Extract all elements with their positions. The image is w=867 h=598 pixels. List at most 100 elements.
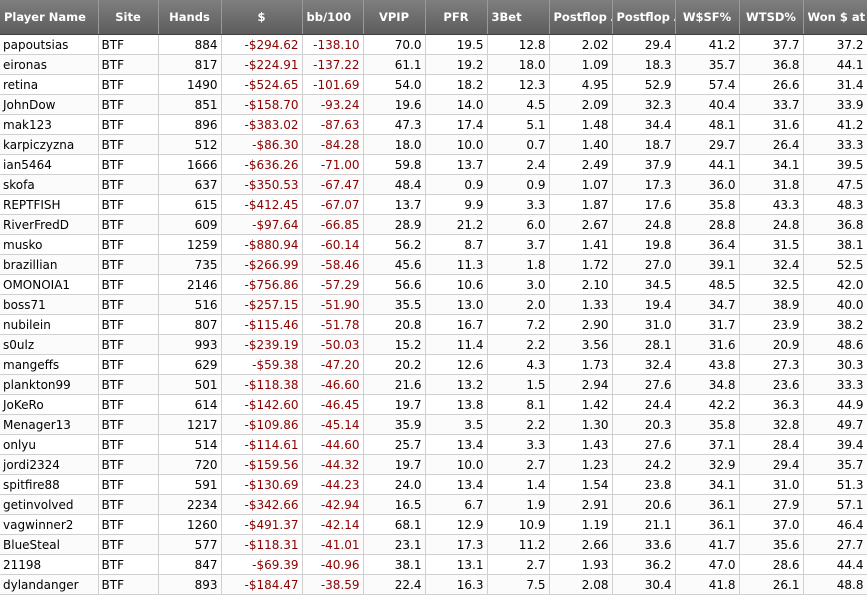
cell-wtsd: 34.1 — [739, 154, 804, 175]
table-row[interactable]: getinvolved BTF 2234 -$342.66 -42.94 16.5 6.7 1… — [0, 494, 867, 515]
table-row[interactable]: papoutsias BTF 884 -$294.62 -138.10 70.0 19.5 1… — [0, 34, 867, 55]
cell-money: -$224.91 — [221, 54, 303, 75]
table-row[interactable]: JoKeRo BTF 614 -$142.60 -46.45 19.7 13.8 8.1 1.4… — [0, 394, 867, 415]
table-row[interactable]: RiverFredD BTF 609 -$97.64 -66.85 28.9 21.2 6.0… — [0, 214, 867, 235]
cell-pf_aggpct: 30.4 — [612, 574, 676, 595]
cell-wtsd: 36.3 — [739, 394, 804, 415]
cell-player: musko — [0, 234, 99, 255]
column-header-wsd[interactable]: Won $ at SD — [803, 0, 867, 35]
cell-hands: 591 — [158, 474, 222, 495]
column-header-wsf[interactable]: W$SF% — [675, 0, 740, 35]
cell-threebet: 8.1 — [487, 394, 550, 415]
cell-bb100: -41.01 — [302, 534, 364, 555]
table-row[interactable]: skofa BTF 637 -$350.53 -67.47 48.4 0.9 0.9 1.07 1… — [0, 174, 867, 195]
cell-hands: 1666 — [158, 154, 222, 175]
table-row[interactable]: 21198 BTF 847 -$69.39 -40.96 38.1 13.1 2.7 1.93 3… — [0, 554, 867, 575]
cell-bb100: -45.14 — [302, 414, 364, 435]
table-row[interactable]: spitfire88 BTF 591 -$130.69 -44.23 24.0 13.4 1.… — [0, 474, 867, 495]
cell-hands: 1259 — [158, 234, 222, 255]
table-row[interactable]: musko BTF 1259 -$880.94 -60.14 56.2 8.7 3.7 1.41… — [0, 234, 867, 255]
cell-wtsd: 27.9 — [739, 494, 804, 515]
table-row[interactable]: retina BTF 1490 -$524.65 -101.69 54.0 18.2 12.3… — [0, 74, 867, 95]
cell-pf_agg: 2.94 — [549, 374, 613, 395]
cell-pf_aggpct: 28.1 — [612, 334, 676, 355]
cell-bb100: -67.07 — [302, 194, 364, 215]
table-row[interactable]: karpiczyzna BTF 512 -$86.30 -84.28 18.0 10.0 0.… — [0, 134, 867, 155]
table-row[interactable]: eironas BTF 817 -$224.91 -137.22 61.1 19.2 18.0… — [0, 54, 867, 75]
cell-player: spitfire88 — [0, 474, 99, 495]
cell-threebet: 4.3 — [487, 354, 550, 375]
table-row[interactable]: ian5464 BTF 1666 -$636.26 -71.00 59.8 13.7 2.4 2… — [0, 154, 867, 175]
column-header-threebet[interactable]: 3Bet — [487, 0, 550, 35]
cell-pf_agg: 1.73 — [549, 354, 613, 375]
cell-pfr: 10.0 — [425, 454, 488, 475]
cell-pf_aggpct: 52.9 — [612, 74, 676, 95]
cell-site: BTF — [98, 334, 159, 355]
table-row[interactable]: mak123 BTF 896 -$383.02 -87.63 47.3 17.4 5.1 1.4… — [0, 114, 867, 135]
cell-wtsd: 23.9 — [739, 314, 804, 335]
column-header-player[interactable]: Player Name — [0, 0, 99, 35]
column-header-money[interactable]: $ — [221, 0, 303, 35]
cell-wsd: 35.7 — [803, 454, 867, 475]
cell-bb100: -87.63 — [302, 114, 364, 135]
cell-pf_agg: 2.90 — [549, 314, 613, 335]
column-header-vpip[interactable]: VPIP — [363, 0, 426, 35]
table-row[interactable]: brazillian BTF 735 -$266.99 -58.46 45.6 11.3 1.… — [0, 254, 867, 275]
column-header-site[interactable]: Site — [98, 0, 159, 35]
cell-pf_agg: 3.56 — [549, 334, 613, 355]
table-row[interactable]: BlueSteal BTF 577 -$118.31 -41.01 23.1 17.3 11.… — [0, 534, 867, 555]
cell-vpip: 47.3 — [363, 114, 426, 135]
cell-site: BTF — [98, 414, 159, 435]
cell-pf_agg: 2.08 — [549, 574, 613, 595]
table-row[interactable]: boss71 BTF 516 -$257.15 -51.90 35.5 13.0 2.0 1.3… — [0, 294, 867, 315]
cell-pf_agg: 2.02 — [549, 34, 613, 55]
cell-threebet: 2.4 — [487, 154, 550, 175]
cell-pfr: 8.7 — [425, 234, 488, 255]
cell-wtsd: 43.3 — [739, 194, 804, 215]
column-header-pf_aggpct[interactable]: Postflop Agg% — [612, 0, 676, 35]
cell-site: BTF — [98, 314, 159, 335]
cell-wsd: 40.0 — [803, 294, 867, 315]
cell-pfr: 13.0 — [425, 294, 488, 315]
table-row[interactable]: jordi2324 BTF 720 -$159.56 -44.32 19.7 10.0 2.7… — [0, 454, 867, 475]
table-row[interactable]: vagwinner2 BTF 1260 -$491.37 -42.14 68.1 12.9 1… — [0, 514, 867, 535]
cell-pf_aggpct: 17.6 — [612, 194, 676, 215]
cell-hands: 514 — [158, 434, 222, 455]
cell-wsf: 36.1 — [675, 494, 740, 515]
column-header-pf_agg[interactable]: Postflop Agg — [549, 0, 613, 35]
table-row[interactable]: nubilein BTF 807 -$115.46 -51.78 20.8 16.7 7.2 2… — [0, 314, 867, 335]
cell-pfr: 13.1 — [425, 554, 488, 575]
table-row[interactable]: plankton99 BTF 501 -$118.38 -46.60 21.6 13.2 1.… — [0, 374, 867, 395]
cell-pf_aggpct: 19.8 — [612, 234, 676, 255]
table-row[interactable]: dylandanger BTF 893 -$184.47 -38.59 22.4 16.3 7… — [0, 574, 867, 595]
table-row[interactable]: Menager13 BTF 1217 -$109.86 -45.14 35.9 3.5 2.2… — [0, 414, 867, 435]
column-header-hands[interactable]: Hands — [158, 0, 222, 35]
cell-bb100: -46.45 — [302, 394, 364, 415]
column-header-wtsd[interactable]: WTSD% — [739, 0, 804, 35]
cell-wtsd: 24.8 — [739, 214, 804, 235]
cell-vpip: 28.9 — [363, 214, 426, 235]
cell-money: -$491.37 — [221, 514, 303, 535]
cell-hands: 501 — [158, 374, 222, 395]
table-row[interactable]: REPTFISH BTF 615 -$412.45 -67.07 13.7 9.9 3.3 1.… — [0, 194, 867, 215]
table-row[interactable]: onlyu BTF 514 -$114.61 -44.60 25.7 13.4 3.3 1.43… — [0, 434, 867, 455]
cell-hands: 847 — [158, 554, 222, 575]
column-header-bb100[interactable]: bb/100 — [302, 0, 364, 35]
table-row[interactable]: JohnDow BTF 851 -$158.70 -93.24 19.6 14.0 4.5 2.… — [0, 94, 867, 115]
table-row[interactable]: mangeffs BTF 629 -$59.38 -47.20 20.2 12.6 4.3 1.… — [0, 354, 867, 375]
cell-player: skofa — [0, 174, 99, 195]
cell-wsf: 34.7 — [675, 294, 740, 315]
cell-player: dylandanger — [0, 574, 99, 595]
cell-pfr: 13.7 — [425, 154, 488, 175]
cell-wtsd: 37.0 — [739, 514, 804, 535]
cell-money: -$59.38 — [221, 354, 303, 375]
cell-pfr: 0.9 — [425, 174, 488, 195]
cell-wsd: 48.8 — [803, 574, 867, 595]
cell-pfr: 12.9 — [425, 514, 488, 535]
cell-wsd: 33.3 — [803, 374, 867, 395]
column-header-pfr[interactable]: PFR — [425, 0, 488, 35]
table-row[interactable]: OMONOIA1 BTF 2146 -$756.86 -57.29 56.6 10.6 3.0… — [0, 274, 867, 295]
cell-pfr: 3.5 — [425, 414, 488, 435]
cell-hands: 817 — [158, 54, 222, 75]
table-row[interactable]: s0ulz BTF 993 -$239.19 -50.03 15.2 11.4 2.2 3.56… — [0, 334, 867, 355]
